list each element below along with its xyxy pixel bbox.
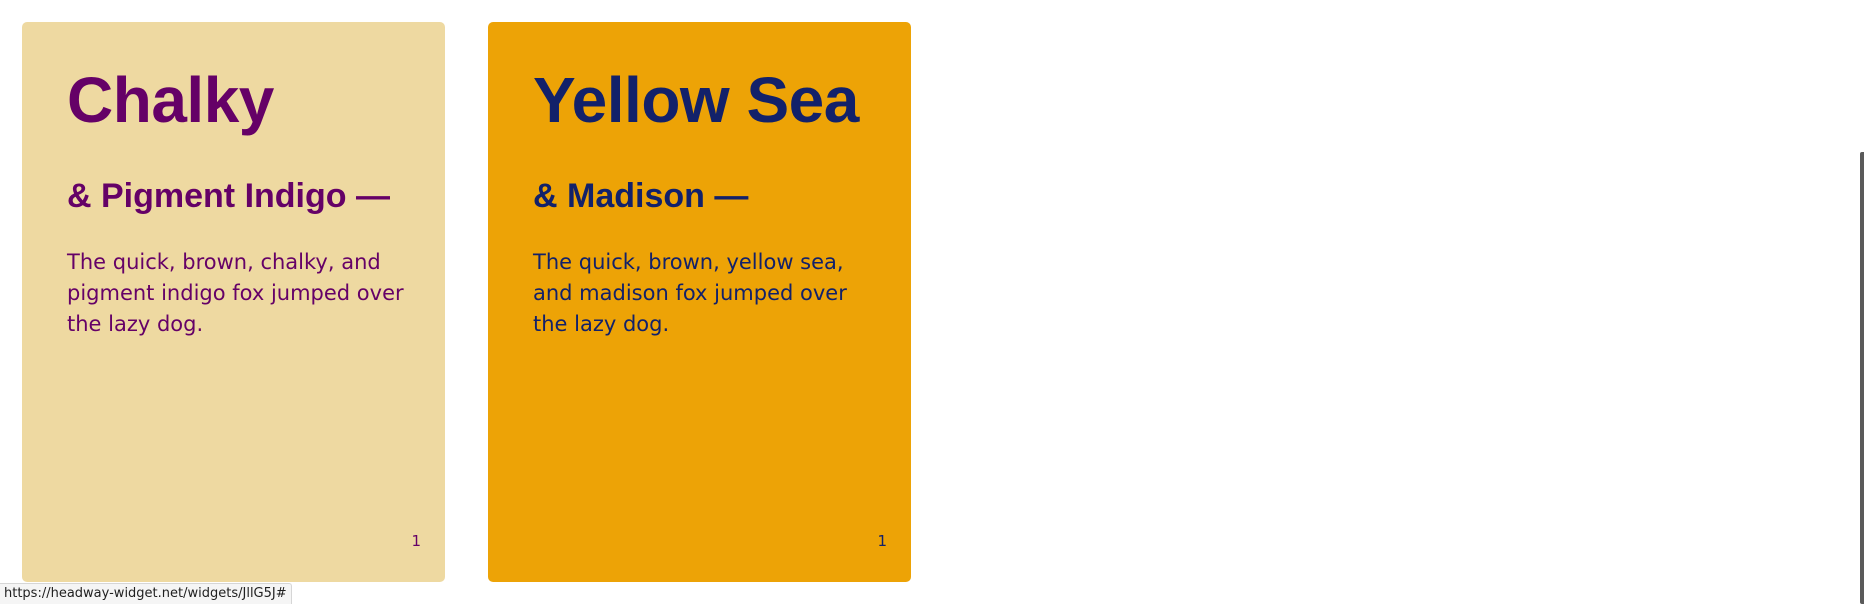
card-body-text: The quick, brown, yellow sea, and madiso… [533,249,847,336]
card-body-text: The quick, brown, chalky, and pigment in… [67,249,404,336]
scrollbar-thumb[interactable] [1860,152,1864,604]
vertical-scrollbar[interactable] [1858,0,1864,604]
card-page-number: 1 [877,532,887,550]
color-card-yellow-sea: Yellow Sea & Madison — The quick, brown,… [488,22,911,582]
card-page-number: 1 [411,532,421,550]
page: Chalky & Pigment Indigo — The quick, bro… [0,0,1864,604]
status-bar-link-url: https://headway-widget.net/widgets/JllG5… [0,583,292,604]
card-title: Yellow Sea [533,64,859,136]
card-title: Chalky [67,64,274,136]
color-card-chalky: Chalky & Pigment Indigo — The quick, bro… [22,22,445,582]
card-subtitle: & Madison — [533,177,749,216]
card-subtitle: & Pigment Indigo — [67,177,390,216]
